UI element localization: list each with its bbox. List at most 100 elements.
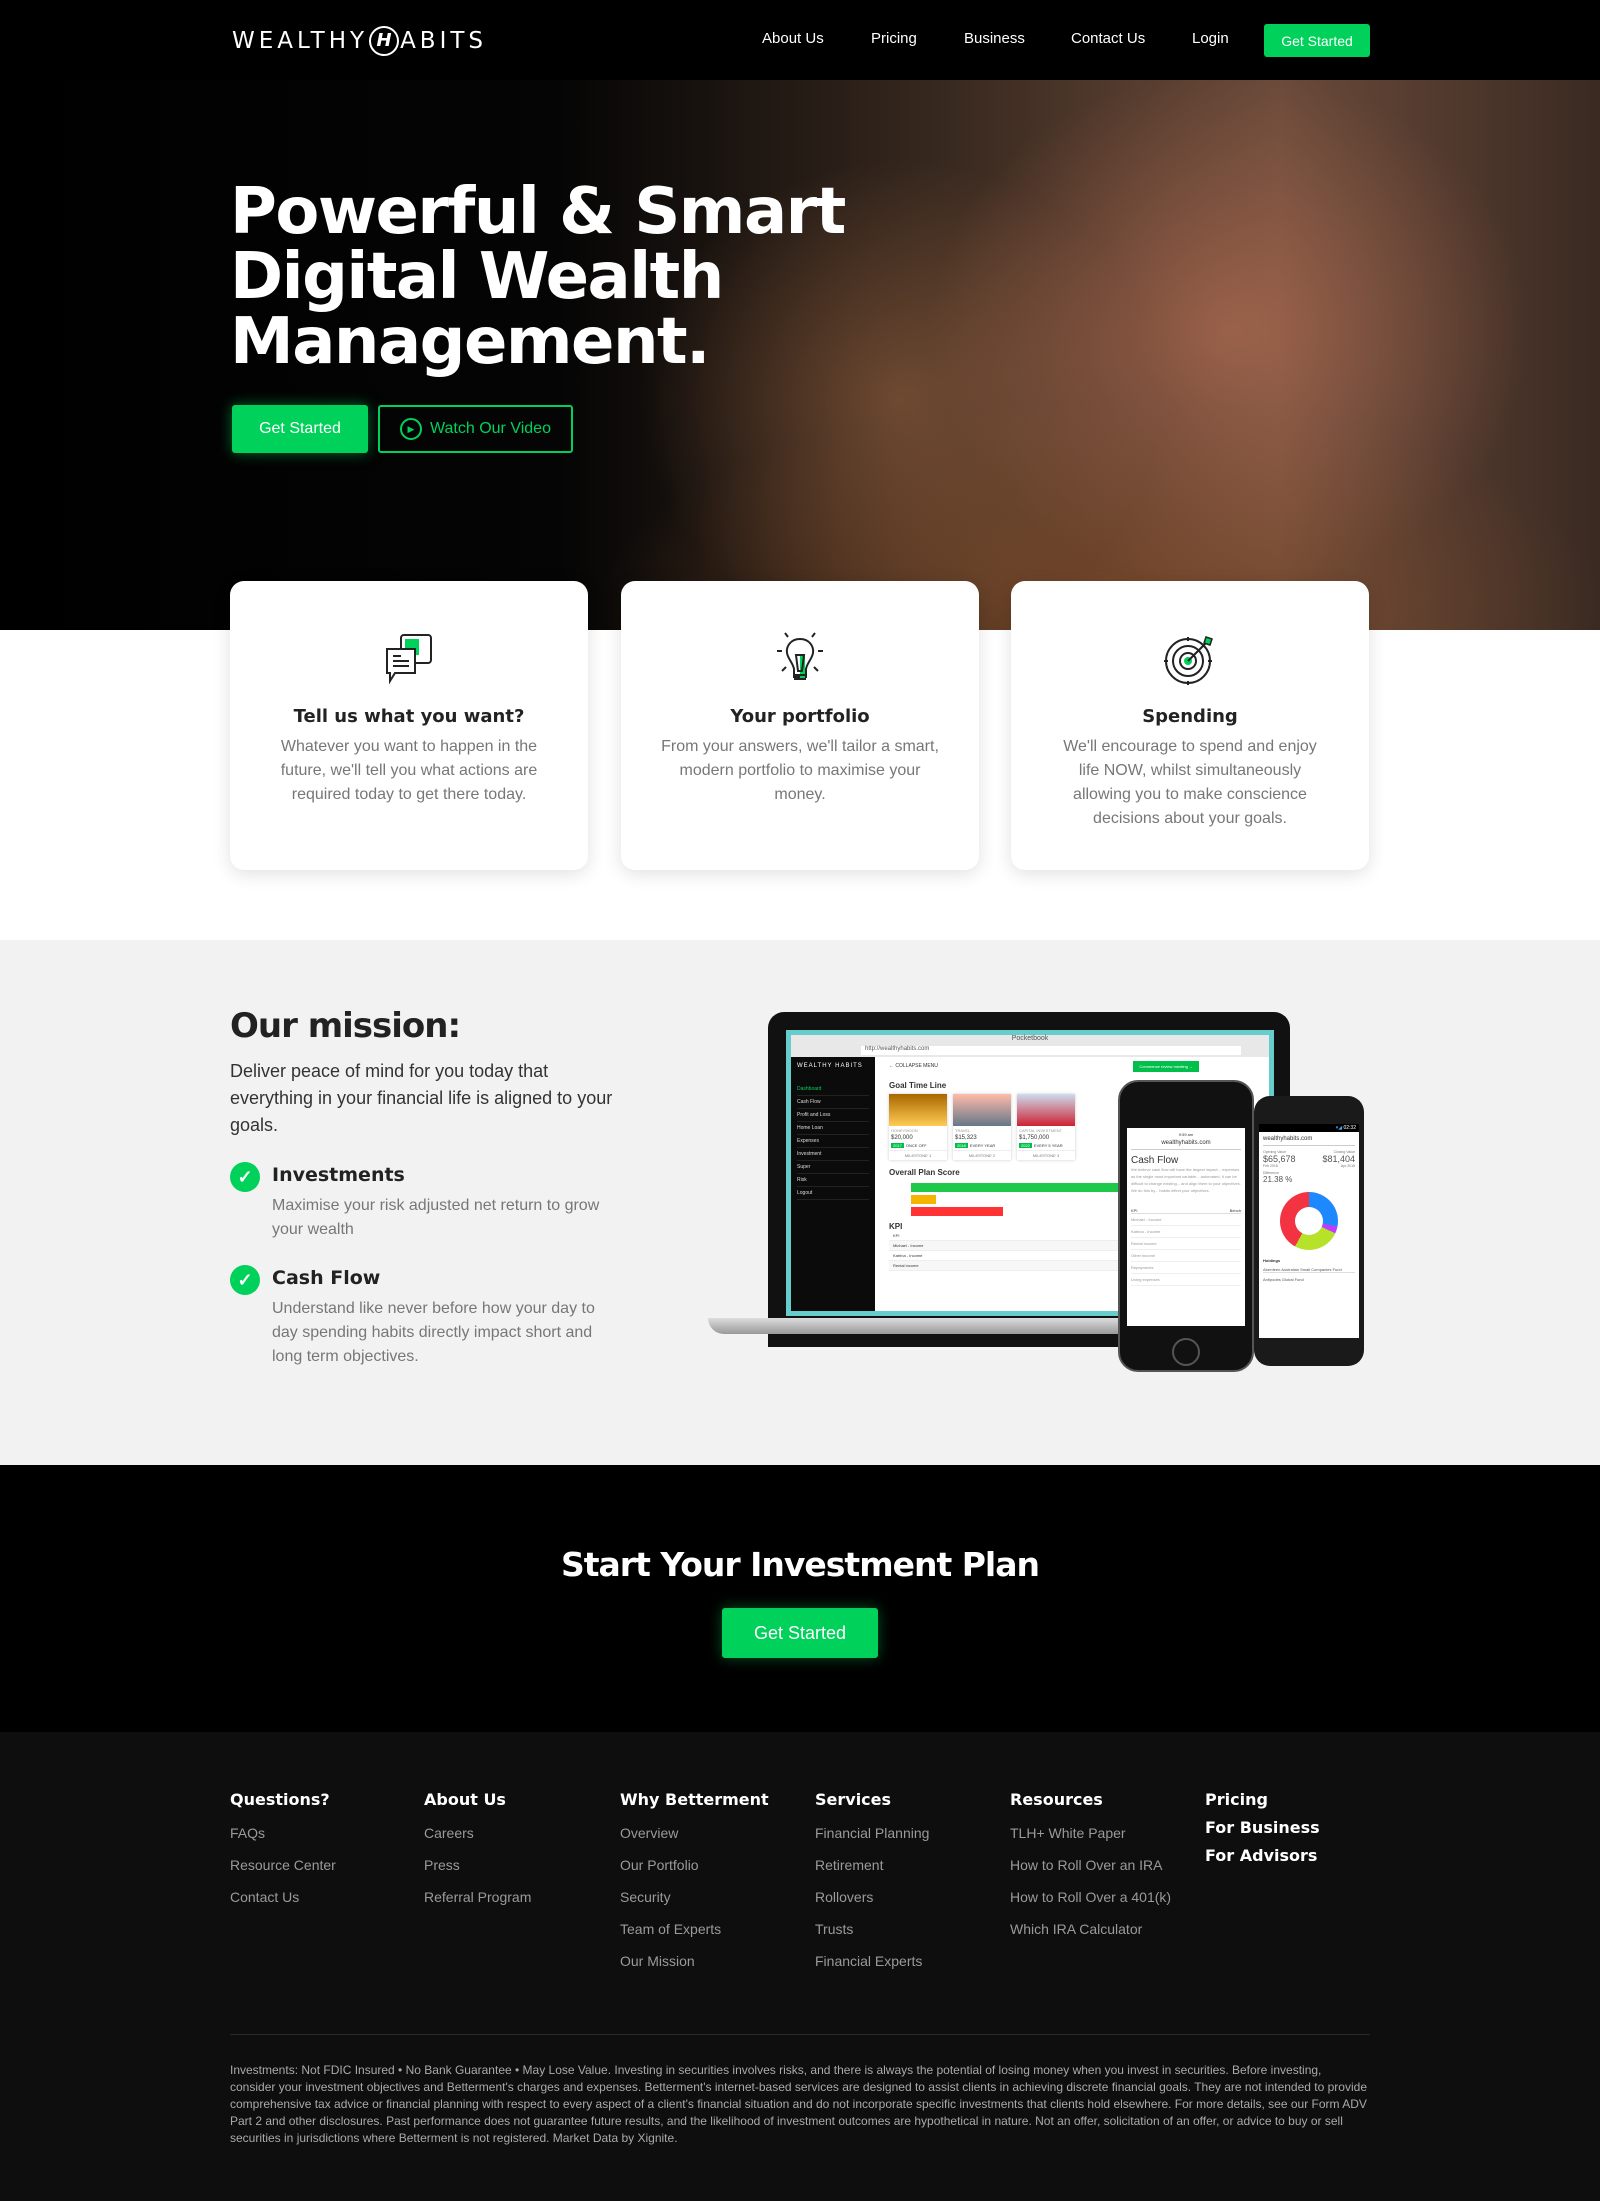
footer-link-for-advisors[interactable]: For Advisors — [1205, 1846, 1320, 1865]
footer-column-title: Services — [815, 1790, 892, 1809]
goal-frequency: ONCE OFF — [905, 1143, 927, 1148]
footer-link[interactable]: Security — [620, 1889, 769, 1905]
card-text: We'll encourage to spend and enjoy life … — [1063, 738, 1317, 827]
diff-value: 21.38 % — [1263, 1175, 1293, 1184]
goal-year: 2022 — [1019, 1143, 1032, 1148]
footer-link-for-business[interactable]: For Business — [1205, 1818, 1320, 1837]
footer-link[interactable]: Careers — [424, 1825, 531, 1841]
watch-video-label: Watch Our Video — [430, 420, 551, 437]
footer-divider — [230, 2034, 1370, 2035]
app-menu-item[interactable]: Home Loan — [797, 1122, 869, 1135]
check-icon: ✓ — [230, 1162, 260, 1192]
app-menu-item[interactable]: Cash Flow — [797, 1096, 869, 1109]
footer-link[interactable]: FAQs — [230, 1825, 336, 1841]
phone-row: Rental income — [1131, 1238, 1241, 1250]
card-title: Spending — [1142, 706, 1238, 727]
app-menu-item[interactable]: Risk — [797, 1174, 869, 1187]
feature-card: Tell us what you want? Whatever you want… — [230, 581, 588, 870]
app-menu-item[interactable]: Investment — [797, 1148, 869, 1161]
closing-date: Apr 2018 — [1340, 1164, 1355, 1168]
goal-image — [953, 1094, 1011, 1126]
app-menu-item[interactable]: Expenses — [797, 1135, 869, 1148]
footer-link[interactable]: Resource Center — [230, 1857, 336, 1873]
footer-column: Services Financial Planning Retirement Roll… — [815, 1790, 929, 1969]
footer-link-pricing[interactable]: Pricing — [1205, 1790, 1320, 1809]
chat-bubbles-icon — [386, 634, 432, 685]
nav-business[interactable]: Business — [964, 30, 1025, 47]
logo[interactable]: WEALTHY H ABITS — [232, 26, 487, 56]
feature-card: Spending We'll encourage to spend and en… — [1011, 581, 1369, 870]
opening-date: Feb 2018 — [1263, 1164, 1278, 1168]
phone-text: We believe cash flow will have the large… — [1131, 1167, 1241, 1193]
collapse-menu[interactable]: ← COLLAPSE MENU — [889, 1063, 1255, 1069]
footer-link[interactable]: Overview — [620, 1825, 769, 1841]
card-text: From your answers, we'll tailor a smart,… — [661, 738, 939, 803]
cta-get-started-button[interactable]: Get Started — [722, 1608, 878, 1658]
donut-chart — [1280, 1192, 1338, 1250]
fund-item: Aberdeen Australian Small Companies Fund — [1263, 1267, 1355, 1273]
footer-link[interactable]: Contact Us — [230, 1889, 336, 1905]
hero-get-started-button[interactable]: Get Started — [232, 405, 368, 453]
goal-image — [1017, 1094, 1075, 1126]
browser-bar: Pocketbook http://wealthyhabits.com — [791, 1035, 1269, 1057]
footer-column-title: Questions? — [230, 1790, 330, 1809]
footer-link[interactable]: Trusts — [815, 1921, 929, 1937]
score-bar — [911, 1207, 1003, 1216]
goal-label: HONEYMOON — [891, 1128, 918, 1133]
lightbulb-icon — [777, 632, 823, 680]
phone-row: Repayments — [1131, 1262, 1241, 1274]
goal-image — [889, 1094, 947, 1126]
android-status-bar: ▾◢ 02:32 — [1259, 1124, 1359, 1132]
app-menu-item[interactable]: Dashboard — [797, 1083, 869, 1096]
target-icon — [1164, 636, 1213, 685]
footer-link[interactable]: Team of Experts — [620, 1921, 769, 1937]
footer-link[interactable]: Rollovers — [815, 1889, 929, 1905]
phone-site: wealthyhabits.com — [1263, 1136, 1355, 1146]
watch-video-button[interactable]: ▶ Watch Our Video — [378, 405, 573, 453]
card-text: Whatever you want to happen in the futur… — [280, 738, 538, 803]
goal-milestone: MILESTONE 2 — [953, 1150, 1011, 1160]
opening-value: $65,678 — [1263, 1154, 1296, 1164]
footer-link[interactable]: Financial Experts — [815, 1953, 929, 1969]
goal-meta: 2018 EVERY YEAR — [953, 1141, 1011, 1150]
phone-row: Other income — [1131, 1250, 1241, 1262]
footer-column: About Us Careers Press Referral Program — [424, 1790, 531, 1905]
app-menu-item[interactable]: Profit and Loss — [797, 1109, 869, 1122]
footer-link[interactable]: Press — [424, 1857, 531, 1873]
footer-link[interactable]: Our Mission — [620, 1953, 769, 1969]
phone-row: Michael - Income — [1131, 1214, 1241, 1226]
nav-about-us[interactable]: About Us — [762, 30, 824, 47]
nav-login[interactable]: Login — [1192, 30, 1229, 47]
footer-link[interactable]: Referral Program — [424, 1889, 531, 1905]
nav-get-started-button[interactable]: Get Started — [1264, 24, 1370, 57]
mission-section: Our mission: Deliver peace of mind for y… — [0, 940, 1600, 1465]
mission-item-title: Investments — [272, 1164, 405, 1186]
app-menu-item[interactable]: Logout — [797, 1187, 869, 1200]
footer-link[interactable]: TLH+ White Paper — [1010, 1825, 1171, 1841]
footer-link[interactable]: Our Portfolio — [620, 1857, 769, 1873]
goal-card: HONEYMOON $20,000 2017 ONCE OFF MILESTONE 1 — [889, 1094, 947, 1160]
goal-label: CAPITAL INVESTMENT — [1019, 1128, 1063, 1133]
review-button[interactable]: Commence review meeting → — [1133, 1061, 1199, 1072]
nav-pricing[interactable]: Pricing — [871, 30, 917, 47]
footer-column: Questions? FAQs Resource Center Contact Us — [230, 1790, 336, 1905]
goal-label: TRAVEL — [955, 1128, 971, 1133]
goal-card: CAPITAL INVESTMENT $1,750,000 2022 EVERY 5 … — [1017, 1094, 1075, 1160]
browser-url: http://wealthyhabits.com — [861, 1046, 1241, 1055]
goal-frequency: EVERY 5 YEAR — [1033, 1143, 1063, 1148]
card-title: Tell us what you want? — [293, 706, 525, 727]
nav-contact-us[interactable]: Contact Us — [1071, 30, 1145, 47]
app-logo: WEALTHY HABITS — [797, 1063, 863, 1069]
footer-link[interactable]: How to Roll Over an IRA — [1010, 1857, 1171, 1873]
footer-link[interactable]: Retirement — [815, 1857, 929, 1873]
goal-meta: 2022 EVERY 5 YEAR — [1017, 1141, 1075, 1150]
app-menu-item[interactable]: Super — [797, 1161, 869, 1174]
footer-column: Why Betterment Overview Our Portfolio Secur… — [620, 1790, 769, 1969]
iphone-frame: 9:59 am wealthyhabits.com Cash Flow We b… — [1118, 1080, 1254, 1372]
goal-year: 2017 — [891, 1143, 904, 1148]
footer-link[interactable]: Financial Planning — [815, 1825, 929, 1841]
phone-title: Cash Flow — [1131, 1155, 1179, 1166]
footer-link[interactable]: Which IRA Calculator — [1010, 1921, 1171, 1937]
footer-link[interactable]: How to Roll Over a 401(k) — [1010, 1889, 1171, 1905]
phone-rows: Michael - Income Katrina - Income Rental i… — [1131, 1214, 1241, 1286]
